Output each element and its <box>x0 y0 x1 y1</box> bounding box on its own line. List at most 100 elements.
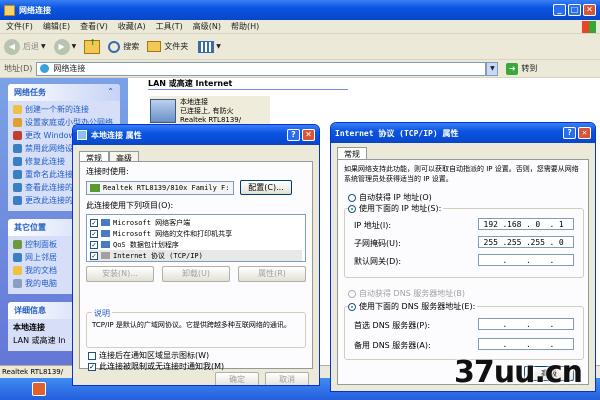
protocol-icon <box>101 252 110 259</box>
network-folder-icon <box>4 4 15 16</box>
connection-properties-dialog: 本地连接 属性 ? ✕ 常规 高级 连接时使用: Realtek RTL8139… <box>72 124 320 386</box>
chevron-down-icon: ▼ <box>41 43 46 50</box>
address-dropdown[interactable]: ▼ <box>486 61 499 76</box>
auto-dns-option[interactable]: 自动获得 DNS 服务器地址(B) <box>348 288 465 299</box>
explorer-title: 网络连接 <box>19 5 51 15</box>
explorer-titlebar: 网络连接 _ □ ✕ <box>0 0 600 20</box>
radio[interactable] <box>348 289 356 298</box>
network-adapter-icon <box>150 99 176 123</box>
checkbox[interactable]: ✓ <box>90 229 98 238</box>
maximize-button[interactable]: □ <box>568 4 581 16</box>
props-title: 本地连接 属性 <box>91 130 142 140</box>
folders-button[interactable]: 文件夹 <box>147 41 188 52</box>
menu-advanced[interactable]: 高级(N) <box>193 21 221 32</box>
ok-button[interactable]: 确定 <box>215 372 259 385</box>
menu-favorites[interactable]: 收藏(A) <box>118 21 146 32</box>
group-header: LAN 或高速 Internet <box>148 79 233 88</box>
gateway-label: 默认网关(D): <box>354 257 402 266</box>
views-icon[interactable] <box>198 40 215 53</box>
checkbox[interactable]: ✓ <box>90 251 98 260</box>
gateway-field[interactable]: ... <box>478 254 574 266</box>
help-button[interactable]: ? <box>287 129 300 141</box>
menu-edit[interactable]: 编辑(E) <box>43 21 70 32</box>
components-list[interactable]: ✓ Microsoft 网络客户端 ✓ Microsoft 网络的文件和打印机共享 … <box>86 214 306 262</box>
close-button[interactable]: ✕ <box>583 4 596 16</box>
radio[interactable] <box>348 204 356 213</box>
address-input[interactable]: 网络连接 <box>36 61 487 76</box>
dns1-label: 首选 DNS 服务器(P): <box>354 321 431 330</box>
toolbar: ◀ 后退 ▼ ▶ ▼ ↑ 搜索 文件夹 ▼ <box>0 34 600 60</box>
list-item[interactable]: ✓ QoS 数据包计划程序 <box>90 239 302 250</box>
manual-dns-option[interactable]: 使用下面的 DNS 服务器地址(E): <box>348 301 478 312</box>
status-icon <box>13 183 22 192</box>
search-label: 搜索 <box>123 42 140 51</box>
checkbox[interactable]: ✓ <box>90 218 98 227</box>
checkbox[interactable] <box>88 351 96 360</box>
auto-ip-option[interactable]: 自动获得 IP 地址(O) <box>348 192 432 203</box>
properties-button[interactable]: 属性(R) <box>238 266 306 282</box>
minimize-button[interactable]: _ <box>553 4 566 16</box>
alternate-dns-field[interactable]: ... <box>478 338 574 350</box>
radio[interactable] <box>348 302 356 311</box>
dns2-label: 备用 DNS 服务器(A): <box>354 341 431 350</box>
search-icon <box>108 40 121 53</box>
task-item[interactable]: 创建一个新的连接 <box>13 104 115 115</box>
manual-ip-option[interactable]: 使用下面的 IP 地址(S): <box>348 203 444 214</box>
tcpip-titlebar: Internet 协议 (TCP/IP) 属性 ? ✕ <box>331 123 595 143</box>
windows-logo-icon <box>582 20 596 33</box>
description-group <box>86 312 306 348</box>
ip-address-field[interactable]: 192. 168. 0. 1 <box>478 218 574 230</box>
checkbox[interactable]: ✓ <box>88 362 96 371</box>
menu-file[interactable]: 文件(F) <box>6 21 33 32</box>
help-button[interactable]: ? <box>563 127 576 139</box>
description-text: TCP/IP 是默认的广域网协议。它提供跨越多种互联网络的通讯。 <box>92 321 291 329</box>
search-button[interactable]: 搜索 <box>108 40 140 53</box>
items-label: 此连接使用下列项目(O): <box>86 201 174 210</box>
list-item-selected[interactable]: ✓ Internet 协议 (TCP/IP) <box>90 250 302 261</box>
list-item[interactable]: ✓ Microsoft 网络的文件和打印机共享 <box>90 228 302 239</box>
preferred-dns-field[interactable]: ... <box>478 318 574 330</box>
radio[interactable] <box>348 193 356 202</box>
menu-view[interactable]: 查看(V) <box>80 21 108 32</box>
subnet-mask-field[interactable]: 255. 255. 255. 0 <box>478 236 574 248</box>
my-documents-icon <box>13 266 22 275</box>
chevron-down-icon[interactable]: ▼ <box>216 43 221 50</box>
control-panel-icon <box>13 240 22 249</box>
up-folder-icon[interactable]: ↑ <box>84 38 101 54</box>
close-button[interactable]: ✕ <box>578 127 591 139</box>
forward-button[interactable]: ▶ ▼ <box>53 38 77 55</box>
back-label: 后退 <box>23 42 39 51</box>
uninstall-button[interactable]: 卸载(U) <box>162 266 230 282</box>
close-button[interactable]: ✕ <box>302 129 315 141</box>
checkbox[interactable]: ✓ <box>90 240 98 249</box>
collapse-icon[interactable]: ⌃ <box>107 87 114 98</box>
go-button[interactable]: ➜ 转到 <box>506 62 538 75</box>
repair-icon <box>13 157 22 166</box>
menu-tools[interactable]: 工具(T) <box>156 21 183 32</box>
configure-button[interactable]: 配置(C)... <box>240 180 292 195</box>
menu-help[interactable]: 帮助(H) <box>231 21 259 32</box>
list-item[interactable]: ✓ Microsoft 网络客户端 <box>90 217 302 228</box>
my-computer-icon <box>13 279 22 288</box>
forward-arrow-icon: ▶ <box>53 38 70 55</box>
go-label: 转到 <box>521 64 538 73</box>
taskbar-app-icon[interactable] <box>32 382 46 396</box>
network-tasks-header[interactable]: 网络任务 ⌃ <box>8 84 120 101</box>
folders-label: 文件夹 <box>164 42 189 51</box>
menu-bar: 文件(F) 编辑(E) 查看(V) 收藏(A) 工具(T) 高级(N) 帮助(H… <box>0 20 600 34</box>
notify-option[interactable]: ✓ 此连接被限制或无连接时通知我(M) <box>88 361 224 372</box>
back-button[interactable]: ◀ 后退 ▼ <box>4 38 46 55</box>
tcpip-title: Internet 协议 (TCP/IP) 属性 <box>335 128 459 138</box>
mask-label: 子网掩码(U): <box>354 239 401 248</box>
props-tab-body: 连接时使用: Realtek RTL8139/810x Family F: 配置… <box>79 161 313 372</box>
ip-label: IP 地址(I): <box>354 221 392 230</box>
show-icon-option[interactable]: 连接后在通知区域显示图标(W) <box>88 350 209 361</box>
chevron-down-icon: ▼ <box>71 43 77 50</box>
install-button[interactable]: 安装(N)... <box>86 266 154 282</box>
network-icon <box>40 64 50 73</box>
address-label: 地址(D) <box>4 64 33 73</box>
new-connection-icon <box>13 105 22 114</box>
cancel-button[interactable]: 取消 <box>265 372 309 385</box>
tcpip-intro: 如果网络支持此功能，则可以获取自动指派的 IP 设置。否则，您需要从网络系统管理… <box>344 165 579 183</box>
local-connection-item[interactable]: 本地连接 已连接上, 有防火 Realtek RTL8139/ <box>150 96 270 126</box>
